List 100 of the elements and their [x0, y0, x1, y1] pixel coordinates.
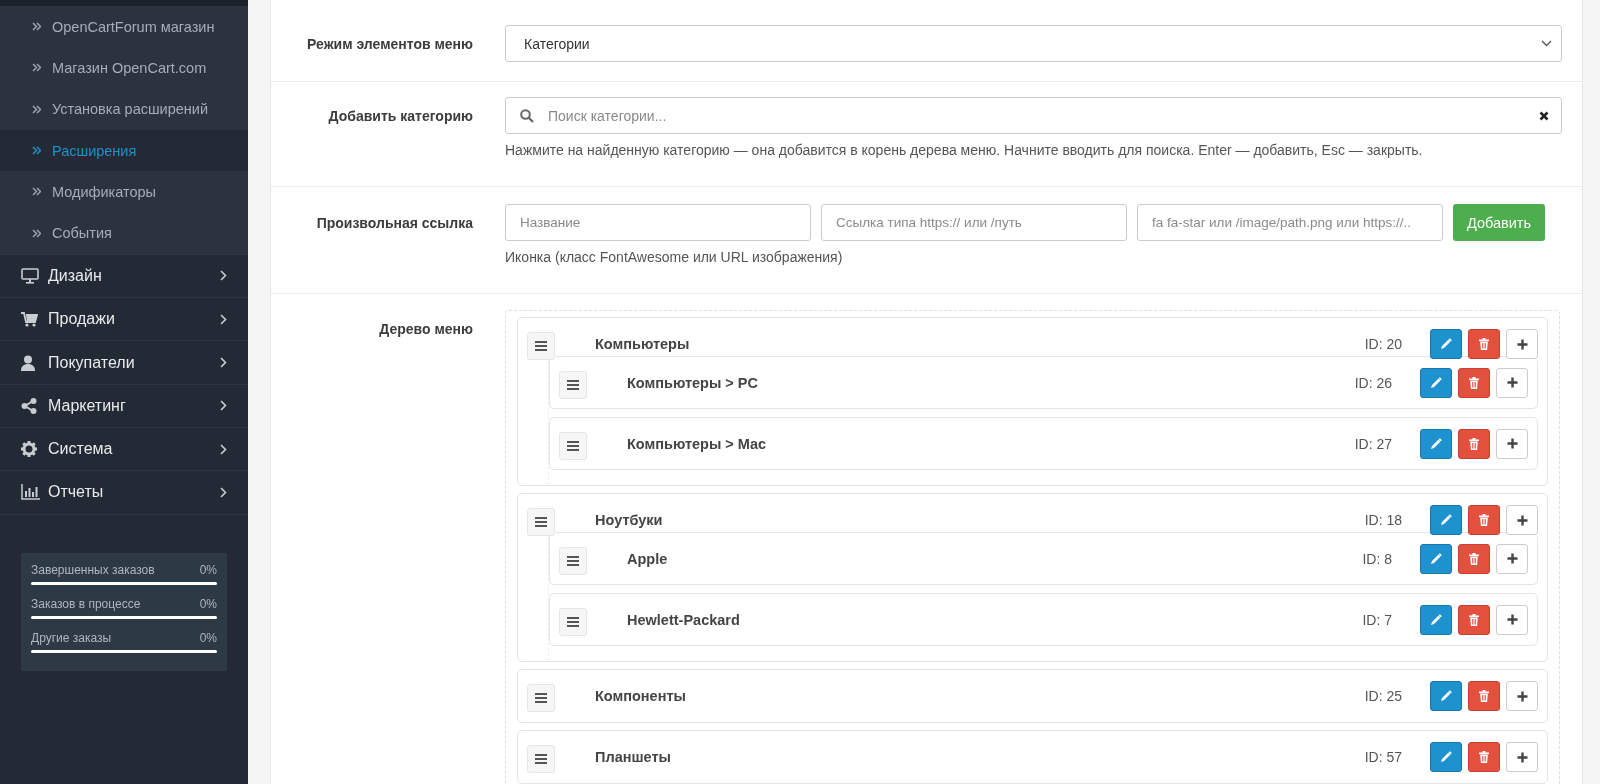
add-child-button[interactable] — [1506, 329, 1538, 359]
sidebar-item[interactable]: Дизайн — [0, 254, 248, 299]
share-icon — [21, 397, 37, 414]
drag-handle[interactable] — [559, 607, 587, 636]
edit-button[interactable] — [1420, 604, 1452, 635]
chevron-icon — [220, 400, 227, 412]
menu-icon — [535, 517, 547, 527]
stat-value: 0% — [199, 630, 217, 645]
sidebar-item[interactable]: Расширения — [0, 129, 248, 172]
item-id: ID: 18 — [1364, 512, 1402, 528]
pencil-icon — [1440, 690, 1452, 702]
plus-icon — [1516, 751, 1528, 763]
plus-icon — [1516, 690, 1528, 702]
delete-button[interactable] — [1458, 543, 1490, 574]
sidebar-item[interactable]: События — [0, 212, 248, 254]
plus-icon — [1506, 614, 1518, 625]
delete-button[interactable] — [1468, 505, 1500, 535]
drag-handle[interactable] — [559, 370, 587, 399]
drag-handle[interactable] — [527, 332, 555, 360]
edit-button[interactable] — [1430, 742, 1462, 772]
edit-button[interactable] — [1420, 428, 1452, 459]
add-child-button[interactable] — [1496, 543, 1528, 574]
menu-icon — [567, 616, 579, 627]
pencil-icon — [1440, 338, 1452, 350]
search-icon — [520, 108, 534, 123]
input-field[interactable]: Ссылка типа https:// или /путь — [821, 204, 1127, 241]
trash-icon — [1469, 552, 1479, 565]
trash-icon — [1479, 751, 1489, 763]
menu-icon — [535, 693, 547, 703]
sidebar-item[interactable]: Покупатели — [0, 341, 248, 385]
edit-button[interactable] — [1430, 505, 1462, 535]
add-child-button[interactable] — [1506, 742, 1538, 772]
edit-button[interactable] — [1430, 681, 1462, 711]
add-child-button[interactable] — [1506, 681, 1538, 711]
edit-button[interactable] — [1430, 329, 1462, 359]
sidebar-item[interactable]: Модификаторы — [0, 171, 248, 213]
item-id: ID: 8 — [1362, 550, 1392, 567]
double-chevron-icon — [32, 104, 41, 114]
sidebar-item[interactable]: Установка расширений — [0, 88, 248, 130]
chevron-icon — [220, 357, 227, 368]
field-label: Добавить категорию — [327, 107, 473, 126]
help-text: Иконка (класс FontAwesome или URL изображения) — [505, 249, 844, 265]
trash-icon — [1479, 690, 1489, 702]
input-field[interactable]: fa fa-star или /image/path.png или https://.. — [1137, 204, 1443, 241]
pencil-icon — [1430, 376, 1442, 389]
delete-button[interactable] — [1458, 604, 1490, 635]
input-field[interactable]: Название — [505, 204, 811, 241]
chevron-icon — [220, 443, 227, 455]
field-label: Режим элементов меню — [306, 35, 473, 54]
drag-handle[interactable] — [559, 431, 587, 460]
delete-button[interactable] — [1468, 742, 1500, 772]
menu-icon — [535, 754, 547, 764]
search-field[interactable]: Поиск категории... — [505, 97, 1562, 134]
close-icon — [1539, 110, 1549, 121]
item-id: ID: 27 — [1354, 435, 1392, 452]
plus-icon — [1506, 438, 1518, 449]
tree-item-name: Ноутбуки — [595, 512, 664, 528]
delete-button[interactable] — [1458, 367, 1490, 398]
item-id: ID: 25 — [1364, 688, 1402, 704]
sidebar-item[interactable]: Магазин OpenCart.com — [0, 47, 248, 89]
drag-handle[interactable] — [559, 546, 587, 575]
drag-handle[interactable] — [527, 508, 555, 536]
sidebar-item[interactable]: OpenCartForum магазин — [0, 6, 248, 48]
sidebar-item[interactable]: Система — [0, 427, 248, 472]
double-chevron-icon — [32, 146, 41, 156]
trash-icon — [1469, 376, 1479, 389]
delete-button[interactable] — [1468, 681, 1500, 711]
menu-icon — [567, 555, 579, 566]
add-child-button[interactable] — [1496, 428, 1528, 459]
tree-item-name: Apple — [627, 550, 669, 567]
trash-icon — [1479, 514, 1489, 526]
tree-item-name: Планшеты — [595, 749, 672, 765]
trash-icon — [1479, 338, 1489, 350]
chevron-icon — [220, 270, 227, 282]
help-text: Нажмите на найденную категорию — она добавится в корень дерева меню. Начните вводить для поиска. Enter — добавить, Esc — закрыть. — [505, 142, 1424, 158]
double-chevron-icon — [32, 22, 41, 32]
menu-icon — [567, 440, 579, 451]
add-child-button[interactable] — [1496, 604, 1528, 635]
stat-value: 0% — [199, 596, 217, 611]
plus-icon — [1506, 377, 1518, 388]
delete-button[interactable] — [1468, 329, 1500, 359]
edit-button[interactable] — [1420, 367, 1452, 398]
bar-chart-icon — [21, 484, 40, 501]
chevron-icon — [220, 486, 227, 498]
sidebar-item[interactable]: Отчеты — [0, 471, 248, 515]
select-field[interactable]: Категории — [505, 25, 1562, 62]
tree-item-name: Компьютеры > Mac — [627, 435, 768, 452]
delete-button[interactable] — [1458, 428, 1490, 459]
add-child-button[interactable] — [1496, 367, 1528, 398]
add-child-button[interactable] — [1506, 505, 1538, 535]
stat-label: Заказов в процессе — [31, 596, 141, 611]
drag-handle[interactable] — [527, 684, 555, 712]
plus-icon — [1516, 514, 1528, 526]
field-label: Дерево меню — [378, 320, 473, 339]
plus-icon — [1516, 338, 1528, 350]
drag-handle[interactable] — [527, 745, 555, 773]
edit-button[interactable] — [1420, 543, 1452, 574]
tree-item-name: Компьютеры — [595, 336, 691, 352]
sidebar-item[interactable]: Продажи — [0, 298, 248, 342]
double-chevron-icon — [32, 63, 41, 73]
